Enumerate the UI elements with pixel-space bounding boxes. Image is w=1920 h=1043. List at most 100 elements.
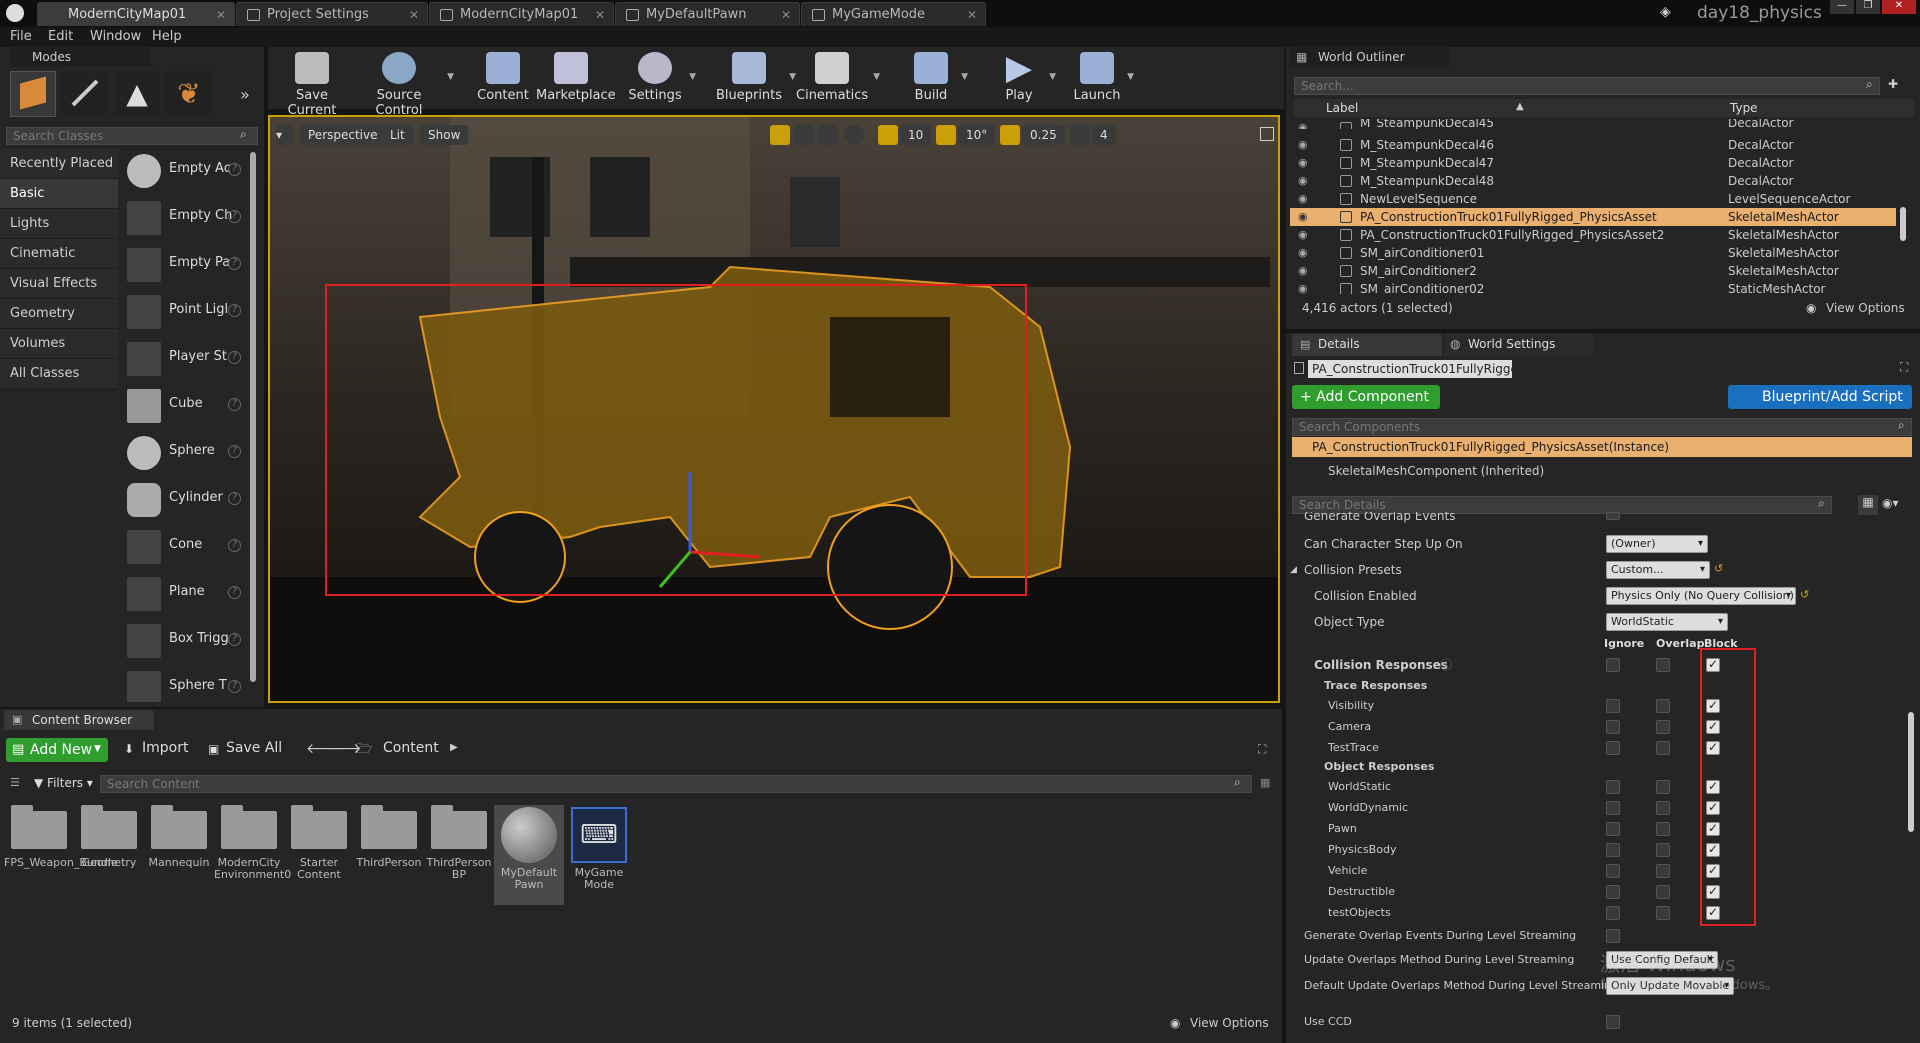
viewport-options-button[interactable]: ▾ [276,125,294,145]
collision-enabled-select[interactable]: Physics Only (No Query Collision) [1606,587,1796,605]
blueprint-add-script-button[interactable]: Blueprint/Add Script [1728,385,1912,409]
help-icon[interactable]: ? [228,539,241,552]
dropdown-arrow-icon[interactable]: ▼ [689,72,696,82]
marketplace-button[interactable]: Marketplace [536,50,616,106]
tab-world-settings[interactable]: ◍ World Settings [1444,334,1594,356]
menu-file[interactable]: File [10,27,32,47]
expand-modes-icon[interactable]: » [240,85,250,104]
paint-mode-icon[interactable] [62,71,108,117]
help-icon[interactable]: ? [228,633,241,646]
save-current-button[interactable]: Save Current [272,50,352,118]
folder-item[interactable]: ModernCity Environment0 [214,805,291,905]
dropdown-arrow-icon[interactable]: ▼ [447,72,454,82]
perspective-button[interactable]: Perspective [300,125,386,145]
dropdown-arrow-icon[interactable]: ▼ [873,72,880,82]
tab-mydefaultpawn[interactable]: MyDefaultPawn ✕ [615,2,800,26]
place-empty-pawn[interactable]: Empty Pa? [124,243,244,287]
source-control-button[interactable]: Source Control ▼ [356,50,454,118]
skeletal-mesh-component-row[interactable]: SkeletalMeshComponent (Inherited) [1292,461,1912,481]
camera-speed-icon[interactable] [1070,125,1090,145]
scale-snap-icon[interactable] [1000,125,1020,145]
asset-item[interactable]: ⌨ MyGame Mode [564,805,634,905]
place-empty-actor[interactable]: Empty Ac? [124,149,244,193]
filters-button[interactable]: ▼ Filters ▾ [34,776,93,790]
column-type[interactable]: Type [1730,101,1758,115]
object-block-checkbox[interactable] [1706,779,1720,794]
trace-overlap-checkbox[interactable] [1656,720,1670,734]
folder-item[interactable]: Geometry [74,805,144,905]
close-icon[interactable]: ✕ [595,3,605,26]
content-browser-tab[interactable]: ▣ Content Browser [4,710,154,730]
outliner-row[interactable]: ◉ M_SteampunkDecal47 DecalActor [1290,154,1910,172]
actor-name-field[interactable]: PA_ConstructionTruck01FullyRigge [1308,360,1512,378]
source-control-icon[interactable]: ◈ [1660,4,1678,22]
help-icon[interactable]: ? [228,351,241,364]
help-icon[interactable]: ? [228,163,241,176]
details-scrollbar[interactable] [1908,712,1914,832]
place-point-light[interactable]: Point Ligl? [124,290,244,334]
tab-project-settings[interactable]: Project Settings ✕ [236,2,428,26]
outliner-row[interactable]: ◉ SM_airConditioner01 SkeletalMeshActor [1290,244,1910,262]
object-block-checkbox[interactable] [1706,905,1720,920]
add-filter-icon[interactable]: ✚ [1888,77,1898,91]
rotate-tool-icon[interactable] [794,125,814,145]
folder-item[interactable]: FPS_Weapon_Bundle [4,805,118,905]
place-sphere-trigger[interactable]: Sphere T? [124,666,244,702]
level-viewport[interactable]: ▾ Perspective Lit Show 10 10° 0.25 4 [268,115,1280,703]
can-step-up-select[interactable]: (Owner) [1606,535,1708,553]
outliner-row[interactable]: ◉ M_SteampunkDecal45 DecalActor [1290,119,1910,129]
help-icon[interactable]: ? [228,445,241,458]
object-overlap-checkbox[interactable] [1656,885,1670,899]
outliner-search-input[interactable]: Search... [1294,77,1880,95]
close-icon[interactable]: ✕ [216,3,226,26]
object-overlap-checkbox[interactable] [1656,906,1670,920]
object-block-checkbox[interactable] [1706,800,1720,815]
trace-block-checkbox[interactable] [1706,719,1720,734]
outliner-row[interactable]: ◉ M_SteampunkDecal48 DecalActor [1290,172,1910,190]
content-view-options[interactable]: View Options [1190,1016,1269,1030]
use-ccd-checkbox[interactable] [1606,1015,1620,1029]
tab-moderncitymap01[interactable]: ModernCityMap01 ✕ [37,2,235,26]
reset-to-default-icon[interactable]: ↺ [1800,588,1809,601]
trace-block-checkbox[interactable] [1706,740,1720,755]
menu-window[interactable]: Window [90,27,141,47]
asset-item[interactable]: MyDefault Pawn [494,805,564,905]
column-label[interactable]: Label [1326,101,1358,115]
help-icon[interactable]: ? [228,492,241,505]
place-plane[interactable]: Plane? [124,572,244,616]
view-options-eye-icon[interactable]: ◉ [1806,301,1816,315]
modes-scrollbar[interactable] [250,152,256,682]
outliner-row[interactable]: ◉ PA_ConstructionTruck01FullyRigged_Physi… [1290,226,1910,244]
camera-speed-value[interactable]: 4 [1092,125,1116,145]
breadcrumb-arrow-icon[interactable]: ▶ [450,742,458,753]
visibility-eye-icon[interactable]: ◉ [1298,208,1308,226]
object-block-checkbox[interactable] [1706,863,1720,878]
visibility-eye-icon[interactable]: ◉ [1298,136,1308,154]
trace-block-checkbox[interactable] [1706,698,1720,713]
dropdown-arrow-icon[interactable]: ▼ [1127,72,1134,82]
object-ignore-checkbox[interactable] [1606,780,1620,794]
breadcrumb-content[interactable]: Content [383,740,439,756]
object-block-checkbox[interactable] [1706,884,1720,899]
tab-details[interactable]: ▤ Details [1292,334,1442,356]
foliage-mode-icon[interactable]: ❦ [166,71,212,117]
place-empty-character[interactable]: Empty Ch? [124,196,244,240]
close-icon[interactable]: ✕ [409,3,419,26]
help-icon[interactable]: ? [228,680,241,693]
import-button[interactable]: Import [142,740,188,756]
folder-item[interactable]: ThirdPerson [354,805,424,905]
collision-presets-select[interactable]: Custom... [1606,561,1710,579]
landscape-mode-icon[interactable]: ▲ [114,71,160,117]
component-instance-row[interactable]: PA_ConstructionTruck01FullyRigged_Physic… [1292,437,1912,457]
view-options-eye-icon[interactable]: ◉ [1170,1016,1180,1030]
place-player-start[interactable]: Player St? [124,337,244,381]
folder-item[interactable]: Starter Content [284,805,354,905]
world-space-icon[interactable] [844,125,864,145]
sources-toggle-icon[interactable]: ☰ [10,776,20,789]
place-sphere[interactable]: Sphere? [124,431,244,475]
close-icon[interactable]: ✕ [781,3,791,26]
outliner-row-selected[interactable]: ◉ PA_ConstructionTruck01FullyRigged_Physi… [1290,208,1896,226]
object-block-checkbox[interactable] [1706,821,1720,836]
object-overlap-checkbox[interactable] [1656,801,1670,815]
object-ignore-checkbox[interactable] [1606,822,1620,836]
